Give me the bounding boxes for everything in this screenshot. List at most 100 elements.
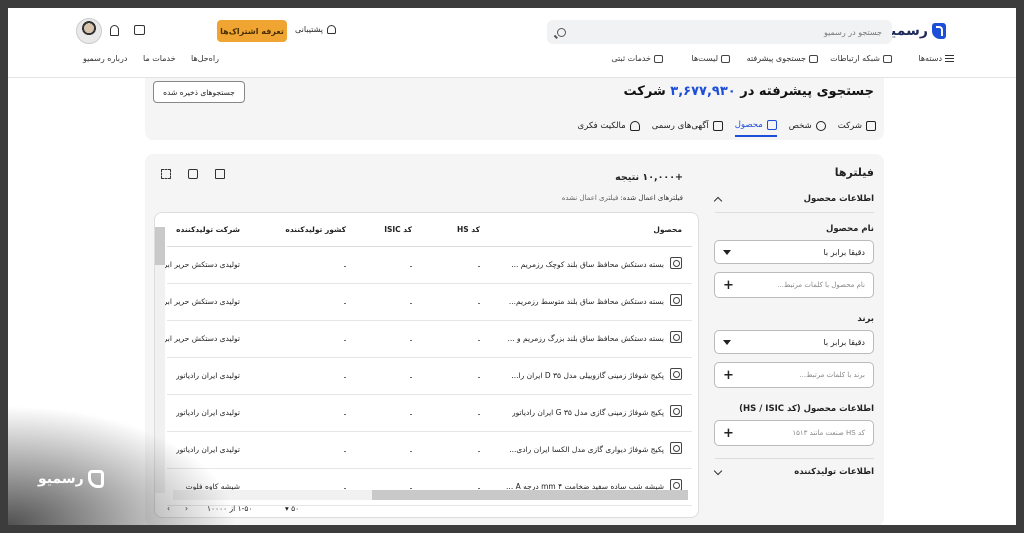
- vertical-scrollbar[interactable]: [155, 227, 165, 493]
- vertical-scroll-thumb[interactable]: [155, 227, 165, 265]
- nav-registration-label: خدمات ثبتی: [611, 54, 651, 63]
- cell-hs: ـ: [477, 408, 480, 417]
- product-name-match-select[interactable]: دقیقا برابر با: [714, 240, 874, 264]
- table-row[interactable]: پکیج شوفاژ زمینی گازی مدل G ۳۵ ایران راد…: [167, 395, 692, 432]
- table-row[interactable]: شیشه شب ساده سفید ضخامت ۴ mm درجه A ... ـ…: [167, 469, 692, 506]
- brand-match-select[interactable]: دقیقا برابر با: [714, 330, 874, 354]
- applied-filters-value: فیلتری اعمال نشده: [561, 194, 619, 202]
- horizontal-scrollbar[interactable]: [173, 490, 688, 500]
- cell-hs: ـ: [477, 297, 480, 306]
- cell-manufacturer: تولیدی دستکش حریر ابریشم: [160, 334, 240, 343]
- product-name-input[interactable]: نام محصول با کلمات مرتبط... +: [714, 272, 874, 298]
- tab-company[interactable]: شرکت: [838, 120, 876, 137]
- nav-advanced-search[interactable]: جستجوی پیشرفته: [747, 54, 818, 63]
- nav-about-label: درباره رسمیو: [83, 54, 128, 63]
- bulb-icon: [629, 121, 640, 131]
- table-row[interactable]: بسته دستکش محافظ ساق بلند متوسط رزمریم..…: [160, 284, 692, 321]
- tab-product-label: محصول: [734, 120, 763, 130]
- page-size-value: ۵۰: [291, 504, 300, 513]
- caret-down-icon: [723, 339, 731, 345]
- caret-down-icon: ▾: [285, 504, 289, 513]
- table-row[interactable]: پکیج شوفاژ دیواری گازی مدل الکسا ایران ر…: [167, 432, 692, 469]
- app-window: رسمیو جستجو در رسمیو تعرفه اشتراک‌ها پشت…: [0, 0, 1024, 533]
- subscription-button[interactable]: تعرفه اشتراک‌ها: [217, 20, 287, 42]
- product-codes-placeholder: کد HS صنعت مانند ۱۵۱۳: [792, 429, 865, 437]
- watermark-text: رسمیو: [38, 471, 84, 487]
- nav-about[interactable]: درباره رسمیو: [83, 54, 127, 63]
- horizontal-scroll-thumb[interactable]: [372, 490, 688, 500]
- brand-input[interactable]: برند با کلمات مرتبط... +: [714, 362, 874, 388]
- cell-isic: ـ: [409, 408, 412, 417]
- product-name-label: نام محصول: [825, 224, 874, 234]
- column-product[interactable]: محصول: [653, 225, 682, 234]
- chat-icon[interactable]: [134, 25, 145, 35]
- tab-official-notices[interactable]: آگهی‌های رسمی: [652, 120, 723, 137]
- column-country[interactable]: کشور تولیدکننده: [285, 225, 346, 234]
- product-name-match-value: دقیقا برابر با: [823, 247, 865, 257]
- search-input[interactable]: جستجو در رسمیو: [547, 20, 892, 44]
- table-row[interactable]: پکیج شوفاژ زمینی گازوییلی مدل D ۳۵ ایران…: [167, 358, 692, 395]
- excel-export-icon[interactable]: [188, 169, 198, 179]
- cell-country: ـ: [343, 408, 346, 417]
- logo-icon: [932, 23, 946, 39]
- network-icon: [883, 54, 892, 63]
- cell-product: بسته دستکش محافظ ساق بلند متوسط رزمریم..…: [508, 297, 664, 306]
- nav-registration[interactable]: خدمات ثبتی: [611, 54, 663, 63]
- tab-intellectual-property[interactable]: مالکیت فکری: [578, 120, 640, 137]
- nav-lists[interactable]: لیست‌ها: [692, 54, 730, 63]
- tab-product[interactable]: محصول: [734, 120, 777, 137]
- product-icon: [670, 294, 682, 306]
- search-icon: [557, 27, 566, 37]
- chevron-down-icon: [713, 466, 723, 475]
- add-icon[interactable]: +: [723, 368, 734, 383]
- nav-categories[interactable]: دسته‌ها: [918, 54, 954, 63]
- product-icon: [670, 368, 682, 380]
- chevron-up-icon: [713, 196, 723, 205]
- next-page-button[interactable]: ‹: [167, 504, 170, 513]
- add-icon[interactable]: +: [723, 278, 734, 293]
- document-icon: [712, 121, 723, 131]
- brand-match-value: دقیقا برابر با: [823, 337, 865, 347]
- nav-network[interactable]: شبکه ارتباطات: [830, 54, 892, 63]
- cell-product: بسته دستکش محافظ ساق بلند کوچک رزمریم ..…: [511, 260, 664, 269]
- page-title: جستجوی پیشرفته در ۳,۶۷۷,۹۳۰ شرکت: [624, 84, 874, 99]
- cell-country: ـ: [343, 297, 346, 306]
- headset-icon: [326, 25, 336, 34]
- nav-solutions[interactable]: راه‌حل‌ها: [191, 54, 219, 63]
- cell-manufacturer: تولیدی ایران رادیاتور: [176, 445, 240, 454]
- product-info-section[interactable]: اطلاعات محصول: [713, 194, 874, 213]
- support-button[interactable]: پشتیبانی: [295, 25, 336, 34]
- table-row[interactable]: بسته دستکش محافظ ساق بلند بزرگ رزمریم و …: [160, 321, 692, 358]
- prev-page-button[interactable]: ›: [185, 504, 188, 513]
- column-manufacturer[interactable]: شرکت تولیدکننده: [176, 225, 240, 234]
- fullscreen-icon[interactable]: [161, 169, 171, 179]
- page-size-select[interactable]: ▾ ۵۰: [285, 504, 299, 513]
- add-icon[interactable]: +: [723, 426, 734, 441]
- saved-searches-button[interactable]: جستجوهای ذخیره شده: [153, 81, 245, 103]
- tab-intellectual-property-label: مالکیت فکری: [577, 121, 626, 131]
- pen-icon: [654, 54, 663, 63]
- nav-categories-label: دسته‌ها: [918, 54, 942, 63]
- column-isic[interactable]: کد ISIC: [384, 225, 412, 234]
- cell-hs: ـ: [477, 334, 480, 343]
- nav-services[interactable]: خدمات ما: [143, 54, 176, 63]
- save-icon[interactable]: [215, 169, 225, 179]
- avatar[interactable]: [76, 18, 102, 44]
- manufacturer-info-section[interactable]: اطلاعات تولیدکننده: [713, 458, 874, 477]
- cell-isic: ـ: [409, 445, 412, 454]
- filters-title: فیلترها: [834, 166, 874, 179]
- tab-person[interactable]: شخص: [789, 120, 826, 137]
- cell-hs: ـ: [477, 445, 480, 454]
- top-bar: رسمیو جستجو در رسمیو تعرفه اشتراک‌ها پشت…: [8, 8, 1016, 78]
- product-codes-input[interactable]: کد HS صنعت مانند ۱۵۱۳ +: [714, 420, 874, 446]
- product-icon: [670, 257, 682, 269]
- cell-manufacturer: تولیدی دستکش حریر ابریشم: [160, 297, 240, 306]
- nav-services-label: خدمات ما: [143, 54, 176, 63]
- cell-product: پکیج شوفاژ زمینی گازوییلی مدل D ۳۵ ایران…: [511, 371, 664, 380]
- bell-icon[interactable]: [110, 25, 119, 36]
- table-row[interactable]: بسته دستکش محافظ ساق بلند کوچک رزمریم ..…: [160, 247, 692, 284]
- cell-country: ـ: [343, 371, 346, 380]
- column-hs[interactable]: کد HS: [457, 225, 480, 234]
- product-name-placeholder: نام محصول با کلمات مرتبط...: [777, 281, 865, 289]
- product-icon: [670, 442, 682, 454]
